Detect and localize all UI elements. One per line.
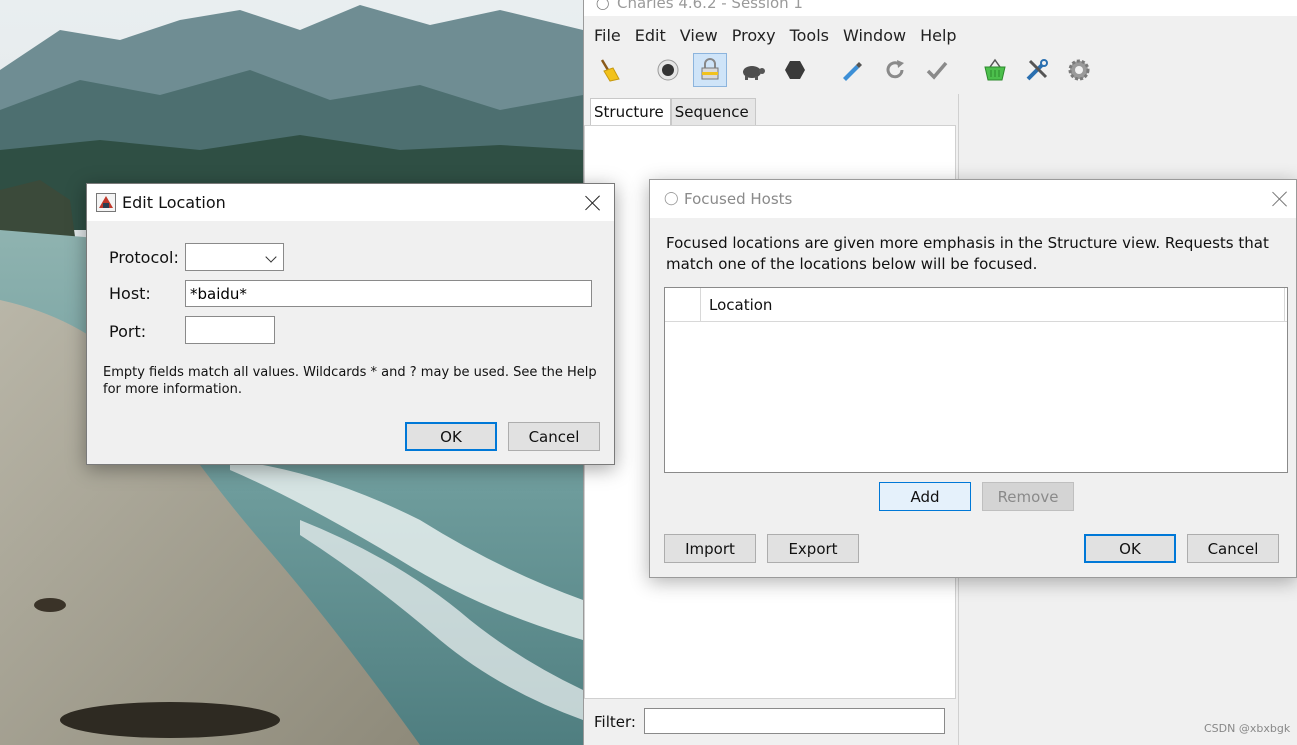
column-divider (1284, 288, 1285, 322)
charles-app-icon: ◯ (596, 0, 610, 10)
close-icon[interactable] (1272, 191, 1288, 207)
menu-file[interactable]: File (588, 22, 629, 50)
port-input[interactable] (185, 316, 275, 344)
basket-icon[interactable] (978, 53, 1012, 87)
menu-window[interactable]: Window (837, 22, 914, 50)
edit-location-dialog: Edit Location Protocol: Host: Port: Empt… (86, 183, 615, 465)
menu-edit[interactable]: Edit (629, 22, 674, 50)
export-button[interactable]: Export (767, 534, 859, 563)
focused-hosts-cancel-button[interactable]: Cancel (1187, 534, 1279, 563)
column-header-location[interactable]: Location (709, 296, 772, 314)
menu-tools[interactable]: Tools (784, 22, 837, 50)
focused-hosts-title-bar: ◯ Focused Hosts (650, 180, 1296, 218)
port-label: Port: (109, 322, 147, 341)
menu-bar: File Edit View Proxy Tools Window Help (584, 22, 1297, 50)
table-header-selector-cell (665, 288, 701, 322)
tab-sequence[interactable]: Sequence (670, 98, 756, 126)
record-icon[interactable] (651, 53, 685, 87)
protocol-label: Protocol: (109, 248, 179, 267)
menu-help[interactable]: Help (914, 22, 964, 50)
chevron-down-icon (265, 251, 277, 263)
java-app-icon (96, 193, 116, 212)
edit-location-cancel-button[interactable]: Cancel (508, 422, 600, 451)
settings-gear-icon[interactable] (1062, 53, 1096, 87)
ssl-proxying-lock-icon[interactable] (693, 53, 727, 87)
breakpoints-hexagon-icon[interactable] (778, 53, 812, 87)
view-tabs: Structure Sequence (590, 98, 756, 128)
location-table[interactable]: Location (664, 287, 1288, 473)
location-table-header: Location (665, 288, 1287, 322)
close-icon[interactable] (585, 195, 601, 211)
focused-hosts-title: Focused Hosts (684, 190, 793, 208)
charles-app-icon: ◯ (664, 191, 679, 206)
menu-proxy[interactable]: Proxy (726, 22, 784, 50)
menu-view[interactable]: View (674, 22, 726, 50)
remove-button[interactable]: Remove (982, 482, 1074, 511)
filter-label: Filter: (594, 713, 636, 731)
edit-location-title-bar: Edit Location (87, 184, 614, 221)
toolbar (584, 52, 1297, 90)
focused-hosts-description: Focused locations are given more emphasi… (666, 234, 1269, 273)
charles-title-bar: ◯ Charles 4.6.2 - Session 1 (584, 0, 1297, 16)
charles-window-title: Charles 4.6.2 - Session 1 (617, 0, 803, 12)
broom-icon[interactable] (592, 53, 626, 87)
edit-location-ok-button[interactable]: OK (405, 422, 497, 451)
filter-input[interactable] (644, 708, 945, 734)
focused-hosts-ok-button[interactable]: OK (1084, 534, 1176, 563)
add-button[interactable]: Add (879, 482, 971, 511)
host-label: Host: (109, 284, 151, 303)
focused-hosts-dialog: ◯ Focused Hosts Focused locations are gi… (649, 179, 1297, 578)
compose-pen-icon[interactable] (834, 53, 868, 87)
host-input[interactable] (185, 280, 592, 307)
import-button[interactable]: Import (664, 534, 756, 563)
protocol-select[interactable] (185, 243, 284, 271)
watermark-text: CSDN @xbxbgk (1204, 722, 1291, 735)
tab-structure[interactable]: Structure (590, 98, 671, 128)
repeat-icon[interactable] (878, 53, 912, 87)
validate-check-icon[interactable] (920, 53, 954, 87)
tools-icon[interactable] (1020, 53, 1054, 87)
edit-location-title: Edit Location (122, 193, 226, 212)
throttle-turtle-icon[interactable] (736, 53, 770, 87)
edit-location-help-text: Empty fields match all values. Wildcards… (103, 365, 597, 397)
